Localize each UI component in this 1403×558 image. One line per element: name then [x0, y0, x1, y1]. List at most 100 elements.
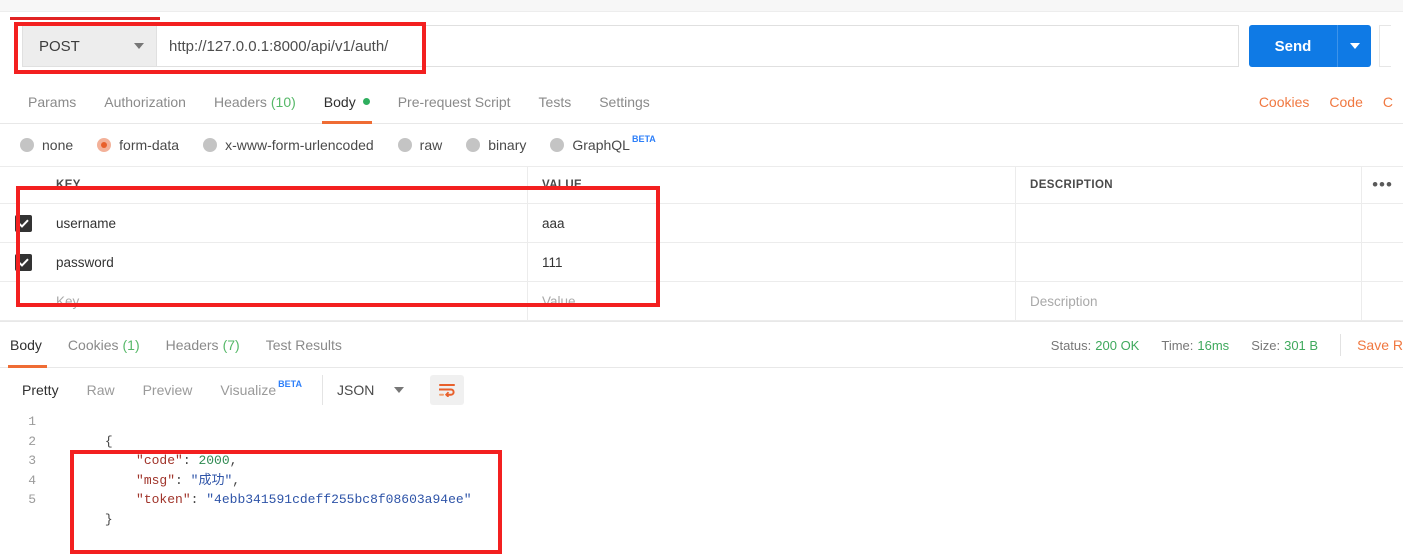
column-header-key: KEY [46, 167, 528, 203]
table-row: username aaa [0, 204, 1403, 243]
row-value-input[interactable]: 111 [528, 243, 1016, 281]
bulk-edit-icon[interactable]: ••• [1361, 167, 1403, 203]
row-description-input[interactable] [1016, 204, 1361, 242]
body-present-dot-icon [362, 98, 370, 105]
time-meta: Time: 16ms [1161, 338, 1229, 353]
save-button-partial[interactable] [1379, 25, 1391, 67]
tab-body[interactable]: Body [310, 80, 384, 124]
size-meta: Size: 301 B [1251, 338, 1318, 353]
divider [1340, 334, 1342, 356]
status-label: Status: [1050, 337, 1092, 353]
row-description-input[interactable] [1016, 243, 1361, 281]
radio-icon [20, 138, 34, 152]
response-tab-body[interactable]: Body [0, 322, 55, 368]
row-actions-cell [1361, 243, 1403, 281]
body-type-form-data[interactable]: form-data [97, 137, 179, 153]
line-number: 4 [28, 472, 36, 488]
tab-params[interactable]: Params [14, 80, 90, 124]
checkbox-checked-icon[interactable] [14, 253, 32, 271]
new-row-value-input[interactable]: Value [528, 282, 1016, 320]
view-tab-visualize[interactable]: Visualize BETA [206, 375, 316, 405]
code-link[interactable]: Code [1319, 94, 1372, 110]
size-value: 301 B [1284, 337, 1319, 353]
new-row-description-input[interactable]: Description [1016, 282, 1361, 320]
table-row: password 111 [0, 243, 1403, 282]
response-tab-headers[interactable]: Headers (7) [153, 322, 253, 368]
radio-icon [203, 138, 218, 152]
view-tab-preview[interactable]: Preview [129, 375, 207, 405]
tab-headers[interactable]: Headers (10) [200, 80, 310, 124]
radio-icon [550, 138, 565, 152]
response-meta: Status: 200 OK Time: 16ms Size: 301 B Save … [1051, 322, 1403, 368]
body-type-label: raw [419, 137, 443, 153]
response-view-toolbar: Pretty Raw Preview Visualize BETA JSON [0, 368, 1403, 412]
send-options-button[interactable] [1337, 25, 1371, 67]
body-type-label: binary [488, 137, 527, 153]
tab-authorization[interactable]: Authorization [90, 80, 200, 124]
line-number: 1 [28, 414, 36, 429]
row-actions-cell [1361, 204, 1403, 242]
code-line: "token": "4ebb341591cdeff255bc8f08603a94… [58, 471, 1403, 507]
request-tabs-right-links: Cookies Code C [1249, 80, 1403, 124]
code-line: "code": 2000, [58, 432, 1403, 468]
checkbox-checked-icon[interactable] [14, 214, 32, 232]
response-body-viewer: 1 2 3 4 5 { "code": 2000, "msg": "成功", "… [0, 412, 1403, 527]
body-type-label: x-www-form-urlencoded [225, 137, 374, 153]
code-string: "成功" [190, 472, 233, 488]
url-input[interactable]: http://127.0.0.1:8000/api/v1/auth/ [156, 25, 1239, 67]
body-type-none[interactable]: none [20, 137, 73, 153]
send-button-group: Send [1249, 25, 1371, 67]
code-key: "token" [136, 492, 191, 507]
body-type-label: GraphQL [572, 137, 630, 153]
line-number: 5 [28, 492, 36, 507]
row-key-input[interactable]: password [46, 243, 528, 281]
table-empty-row: Key Value Description [0, 282, 1403, 321]
response-tabs-bar: Body Cookies (1) Headers (7) Test Result… [0, 321, 1403, 368]
http-method-select[interactable]: POST [22, 25, 156, 67]
body-type-raw[interactable]: raw [397, 137, 443, 153]
column-header-value: VALUE [528, 167, 1016, 203]
body-type-urlencoded[interactable]: x-www-form-urlencoded [203, 137, 374, 153]
request-url-bar: POST http://127.0.0.1:8000/api/v1/auth/ … [0, 12, 1403, 80]
code-sep: : [190, 492, 207, 507]
view-tab-pretty[interactable]: Pretty [8, 375, 73, 405]
table-header-row: KEY VALUE DESCRIPTION ••• [0, 166, 1403, 204]
window-top-strip [0, 0, 1403, 12]
code-lines[interactable]: { "code": 2000, "msg": "成功", "token": "4… [46, 412, 1403, 527]
tab-label: Headers [213, 93, 267, 110]
tab-label: Headers [165, 336, 219, 353]
line-number: 2 [28, 433, 36, 449]
code-line: "msg": "成功", [58, 451, 1403, 488]
send-button[interactable]: Send [1249, 25, 1337, 67]
response-format-select[interactable]: JSON [322, 375, 414, 405]
view-tab-label: Pretty [22, 382, 59, 398]
code-sep: : [182, 453, 199, 468]
code-string: "4ebb341591cdeff255bc8f08603a94ee" [206, 492, 472, 507]
body-type-graphql[interactable]: GraphQL BETA [550, 134, 656, 153]
tab-pre-request-script[interactable]: Pre-request Script [384, 80, 525, 124]
comments-link-partial[interactable]: C [1373, 94, 1403, 110]
tab-settings[interactable]: Settings [585, 80, 664, 124]
response-tab-test-results[interactable]: Test Results [253, 322, 355, 368]
response-format-label: JSON [337, 382, 375, 398]
new-row-key-input[interactable]: Key [46, 282, 528, 320]
code-sep: : [175, 472, 191, 488]
size-label: Size: [1251, 337, 1281, 353]
code-token: } [104, 511, 113, 527]
body-type-binary[interactable]: binary [466, 137, 526, 153]
save-response-link[interactable]: Save R [1357, 337, 1403, 353]
cookies-link[interactable]: Cookies [1249, 94, 1320, 110]
response-tab-cookies[interactable]: Cookies (1) [55, 322, 153, 368]
row-actions-cell [1361, 282, 1403, 320]
row-value-input[interactable]: aaa [528, 204, 1016, 242]
tab-label: Params [28, 93, 77, 110]
row-key-input[interactable]: username [46, 204, 528, 242]
tab-count: (10) [270, 93, 296, 110]
wrap-text-button[interactable] [430, 375, 465, 405]
tab-tests[interactable]: Tests [525, 80, 586, 124]
wrap-text-icon [439, 384, 456, 397]
body-type-label: none [42, 137, 74, 153]
tab-count: (7) [222, 336, 240, 353]
column-header-description: DESCRIPTION [1030, 179, 1113, 191]
view-tab-raw[interactable]: Raw [73, 375, 129, 405]
